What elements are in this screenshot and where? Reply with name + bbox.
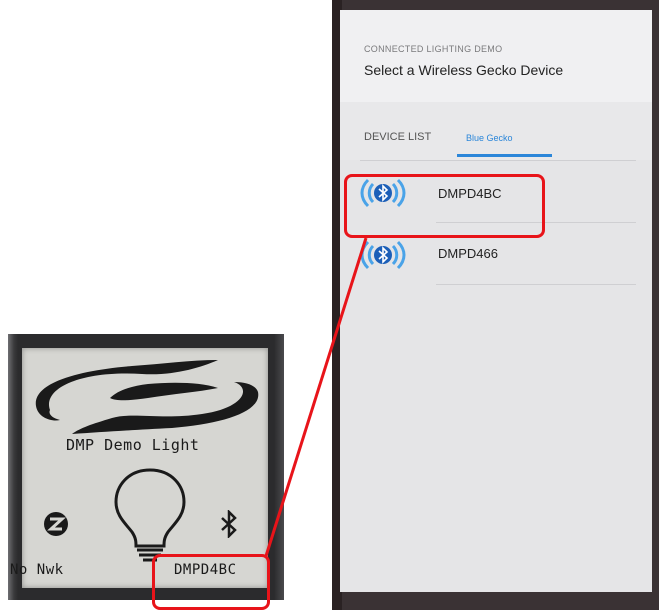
connector-line bbox=[264, 237, 368, 557]
